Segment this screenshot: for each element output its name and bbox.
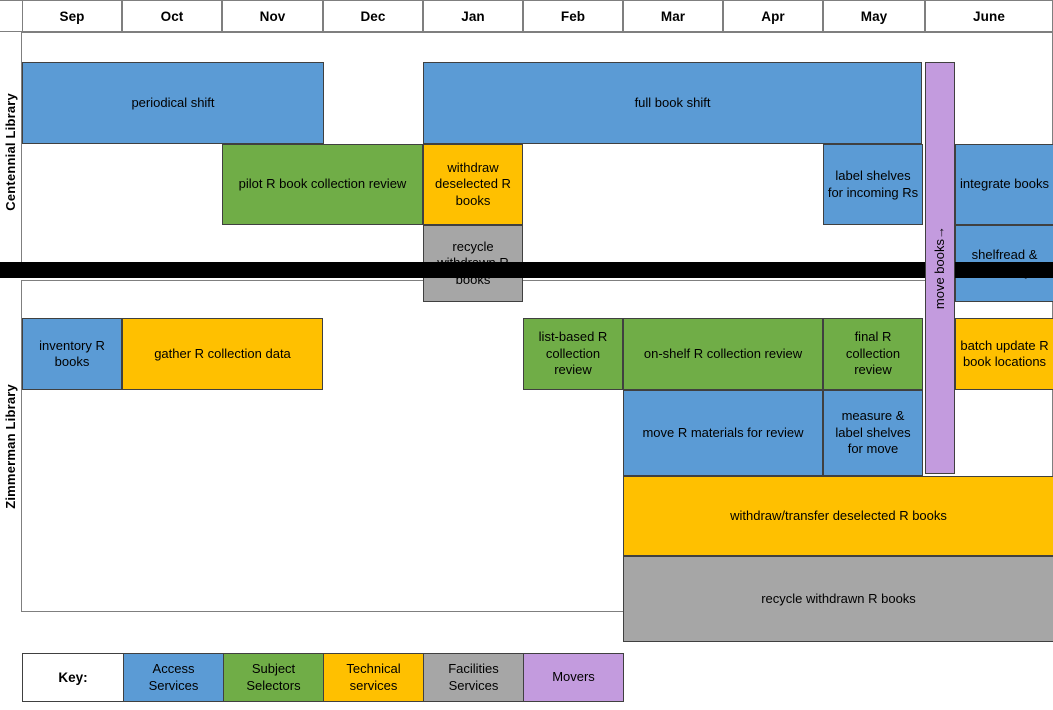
task-bar-label: withdraw/transfer deselected R books xyxy=(730,507,947,523)
task-bar-label: gather R collection data xyxy=(154,345,291,361)
task-bar-label: batch update R book locations xyxy=(960,337,1049,370)
task-bar-final-r-collection-review[interactable]: final R collection review xyxy=(823,318,923,390)
task-bar-label: move books→ xyxy=(931,226,947,310)
swimlane-label-text: Zimmerman Library xyxy=(3,383,18,509)
task-bar-label: on-shelf R collection review xyxy=(643,345,803,361)
task-bar-recycle-withdrawn-r-books-z[interactable]: recycle withdrawn R books xyxy=(623,556,1053,642)
gantt-plot-area: Centennial Library Zimmerman Library peri… xyxy=(0,32,1053,642)
legend: Key: Access Services Subject Selectors Tec… xyxy=(22,653,624,702)
legend-title: Key: xyxy=(22,653,124,702)
task-bar-full-book-shift[interactable]: full book shift xyxy=(423,62,922,144)
task-bar-withdraw-transfer-deselected-r-books[interactable]: withdraw/transfer deselected R books xyxy=(623,476,1053,556)
task-bar-label: pilot R book collection review xyxy=(238,176,407,192)
month-header-feb: Feb xyxy=(523,0,623,32)
task-bar-label: measure & label shelves for move xyxy=(835,408,911,457)
swimlane-label-text: Centennial Library xyxy=(3,93,18,211)
month-header-may: May xyxy=(823,0,925,32)
legend-item-label: Movers xyxy=(552,669,595,685)
task-bar-label: move R materials for review xyxy=(642,424,804,440)
legend-item-movers[interactable]: Movers xyxy=(524,653,624,702)
task-bar-on-shelf-r-collection-review[interactable]: on-shelf R collection review xyxy=(623,318,823,390)
task-bar-move-books[interactable]: move books→ xyxy=(925,62,955,474)
month-header-nov: Nov xyxy=(222,0,323,32)
legend-item-technical-services[interactable]: Technical services xyxy=(324,653,424,702)
task-bar-label: periodical shift xyxy=(131,94,215,110)
task-bar-label-shelves-incoming-rs[interactable]: label shelves for incoming Rs xyxy=(823,144,923,225)
gantt-chart: Sep Oct Nov Dec Jan Feb Mar Apr May June Centenni… xyxy=(0,0,1053,710)
legend-item-label: Access Services xyxy=(148,661,199,693)
task-bar-inventory-r-books[interactable]: inventory R books xyxy=(22,318,122,390)
swimlane-label-centennial-library: Centennial Library xyxy=(0,32,22,272)
task-bar-label: withdraw deselected R books xyxy=(435,159,511,208)
task-bar-label: recycle withdrawn R books xyxy=(761,590,916,606)
month-header-mar: Mar xyxy=(623,0,723,32)
task-bar-integrate-books[interactable]: integrate books xyxy=(955,144,1053,225)
task-bar-move-r-materials-for-review[interactable]: move R materials for review xyxy=(623,390,823,476)
month-header-june: June xyxy=(925,0,1053,32)
month-header-sep: Sep xyxy=(22,0,122,32)
task-bar-gather-r-collection-data[interactable]: gather R collection data xyxy=(122,318,323,390)
task-bar-batch-update-r-book-locations[interactable]: batch update R book locations xyxy=(955,318,1053,390)
legend-item-subject-selectors[interactable]: Subject Selectors xyxy=(224,653,324,702)
task-bar-periodical-shift[interactable]: periodical shift xyxy=(22,62,324,144)
section-divider xyxy=(0,262,1053,278)
task-bar-label: full book shift xyxy=(634,94,711,110)
legend-item-label: Facilities Services xyxy=(448,661,499,693)
task-bar-label: list-based R collection review xyxy=(538,329,608,378)
task-bar-label: final R collection review xyxy=(845,329,901,378)
task-bar-label: label shelves for incoming Rs xyxy=(827,168,919,200)
month-header-apr: Apr xyxy=(723,0,823,32)
task-bar-list-based-r-collection-review[interactable]: list-based R collection review xyxy=(523,318,623,390)
legend-item-access-services[interactable]: Access Services xyxy=(124,653,224,702)
month-header-jan: Jan xyxy=(423,0,523,32)
task-bar-withdraw-deselected-r-books[interactable]: withdraw deselected R books xyxy=(423,144,523,225)
task-bar-label: integrate books xyxy=(960,176,1049,192)
task-bar-label: inventory R books xyxy=(39,337,105,370)
task-bar-measure-label-shelves-for-move[interactable]: measure & label shelves for move xyxy=(823,390,923,476)
header-corner-spacer xyxy=(0,0,22,32)
month-header-dec: Dec xyxy=(323,0,423,32)
task-bar-pilot-r-book-collection-review[interactable]: pilot R book collection review xyxy=(222,144,423,225)
month-header-row: Sep Oct Nov Dec Jan Feb Mar Apr May June xyxy=(0,0,1053,32)
legend-item-facilities-services[interactable]: Facilities Services xyxy=(424,653,524,702)
legend-item-label: Technical services xyxy=(346,661,401,693)
month-header-oct: Oct xyxy=(122,0,222,32)
legend-item-label: Subject Selectors xyxy=(246,661,301,693)
swimlane-label-zimmerman-library: Zimmerman Library xyxy=(0,280,22,612)
